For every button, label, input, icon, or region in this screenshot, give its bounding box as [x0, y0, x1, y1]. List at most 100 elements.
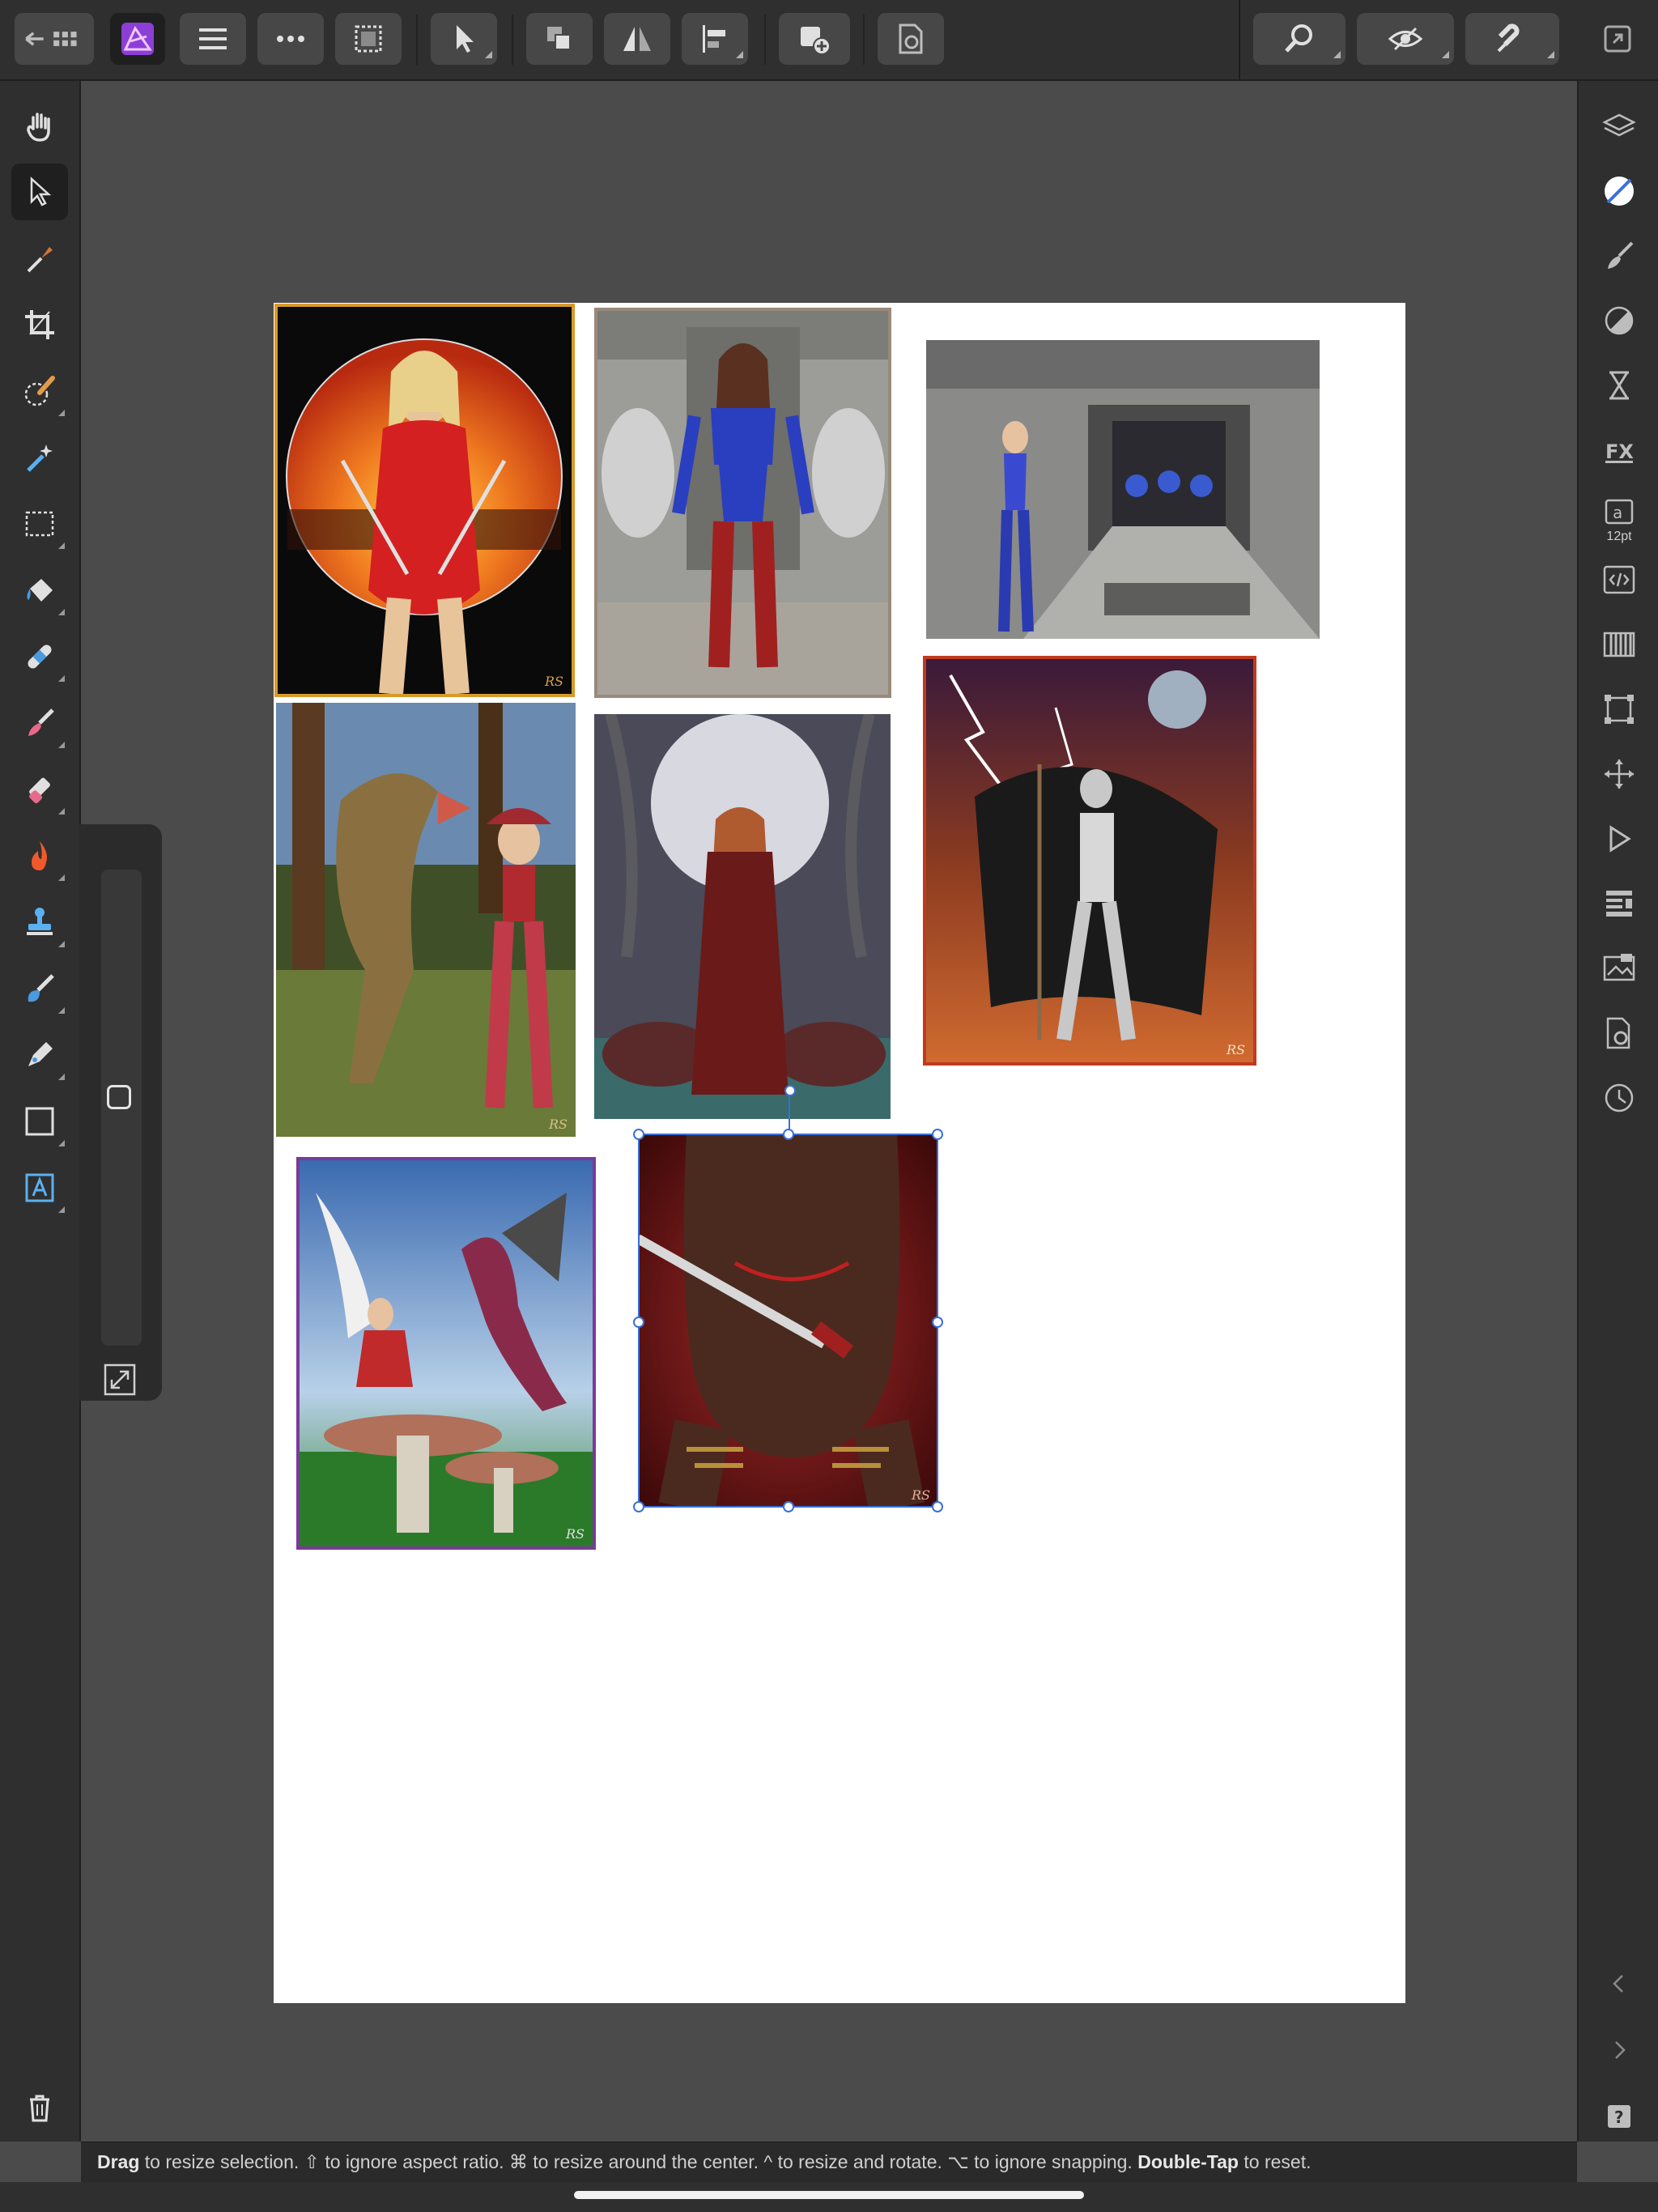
pen-tool[interactable] — [11, 1027, 68, 1083]
burn-tool[interactable] — [11, 827, 68, 884]
align-button[interactable] — [682, 13, 748, 65]
ellipsis-icon — [277, 36, 304, 42]
zoom-button[interactable] — [1253, 13, 1346, 65]
smudge-icon — [28, 974, 54, 1002]
brush-icon — [1608, 241, 1634, 269]
document-canvas[interactable]: RS RS RS RS RS — [274, 303, 1405, 2003]
play-icon — [1609, 825, 1631, 853]
align-left-icon — [703, 25, 725, 53]
svg-text:?: ? — [1614, 2108, 1624, 2127]
crop-icon — [25, 310, 54, 339]
photo-red-warrior[interactable]: RS — [274, 304, 575, 697]
collapse-left-button[interactable] — [1595, 1959, 1643, 2008]
adjustment-icon — [1605, 306, 1634, 335]
navigator-studio[interactable] — [1595, 750, 1643, 798]
status-bar: Drag to resize selection. ⇧ to ignore as… — [81, 2142, 1577, 2182]
erase-tool[interactable] — [11, 761, 68, 818]
play-studio[interactable] — [1595, 815, 1643, 863]
toolbar-divider — [1239, 0, 1240, 79]
delete-button[interactable] — [11, 2079, 68, 2136]
help-button[interactable]: ? — [1595, 2092, 1643, 2141]
adjustments-studio[interactable] — [1595, 296, 1643, 345]
paint-bucket-icon — [27, 579, 53, 602]
more-menu-button[interactable] — [257, 13, 324, 65]
flip-button[interactable] — [604, 13, 670, 65]
list-icon — [1606, 891, 1632, 917]
snapshots-studio[interactable] — [1595, 944, 1643, 993]
flyout-indicator — [58, 542, 65, 549]
persona-button[interactable] — [110, 13, 165, 65]
macro-studio[interactable] — [1595, 555, 1643, 604]
collapse-right-button[interactable] — [1595, 2026, 1643, 2074]
photo-moon-witch[interactable] — [594, 714, 891, 1119]
flyout-indicator — [58, 874, 65, 881]
back-to-gallery-button[interactable] — [15, 13, 94, 65]
character-studio[interactable]: a 12pt — [1595, 491, 1643, 543]
settings-studio[interactable] — [1595, 1009, 1643, 1057]
document-menu-button[interactable] — [180, 13, 246, 65]
clone-tool[interactable] — [11, 894, 68, 951]
status-hint: Drag to resize selection. ⇧ to ignore as… — [97, 2151, 1311, 2173]
color-picker-tool[interactable] — [11, 230, 68, 287]
artwork — [926, 659, 1253, 1062]
history-studio[interactable] — [1595, 361, 1643, 410]
crop-tool[interactable] — [11, 296, 68, 353]
add-layer-button[interactable] — [779, 13, 850, 65]
arrange-icon — [547, 27, 571, 50]
view-mode-button[interactable] — [1357, 13, 1454, 65]
flood-fill-tool[interactable] — [11, 562, 68, 619]
photo-sword-warrior[interactable]: RS — [638, 1134, 938, 1508]
hamburger-icon — [199, 28, 227, 49]
chevron-left-icon — [1613, 1975, 1623, 1993]
channels-studio[interactable] — [1595, 620, 1643, 669]
flyout-indicator — [58, 1206, 65, 1213]
brush-icon — [28, 708, 54, 736]
move-cross-icon — [1605, 759, 1634, 789]
color-studio[interactable] — [1595, 167, 1643, 215]
paint-brush-tool[interactable] — [11, 695, 68, 751]
rounded-square-icon[interactable] — [107, 1085, 131, 1109]
arrange-button[interactable] — [526, 13, 593, 65]
text-tool[interactable] — [11, 1159, 68, 1216]
watermark: RS — [911, 1487, 930, 1503]
photo-fairy-dragon[interactable]: RS — [296, 1157, 596, 1550]
toolbar-separator — [764, 15, 766, 65]
photo-sci-fi-heroine[interactable] — [594, 308, 891, 698]
help-icon: ? — [1608, 2105, 1630, 2128]
selection-button[interactable] — [335, 13, 402, 65]
transform-studio[interactable] — [1595, 685, 1643, 734]
eraser-icon — [29, 777, 50, 804]
flyout-indicator — [58, 742, 65, 748]
view-tool[interactable] — [11, 97, 68, 154]
effects-studio[interactable]: FX — [1595, 426, 1643, 474]
photo-dino-cowgirl[interactable]: RS — [276, 703, 576, 1137]
photo-corridor-heroine[interactable] — [926, 340, 1320, 639]
brushes-studio[interactable] — [1595, 232, 1643, 280]
time-studio[interactable] — [1595, 1074, 1643, 1122]
hand-icon — [27, 113, 50, 142]
move-tool[interactable] — [11, 164, 68, 220]
resize-icon[interactable] — [102, 1362, 138, 1397]
snapping-button[interactable] — [1465, 13, 1559, 65]
healing-tool[interactable] — [11, 628, 68, 685]
shape-tool[interactable] — [11, 1093, 68, 1150]
fullscreen-button[interactable] — [1592, 13, 1643, 65]
watermark: RS — [544, 674, 563, 689]
layers-studio[interactable] — [1595, 102, 1643, 151]
context-panel — [79, 824, 162, 1401]
flyout-indicator — [58, 609, 65, 615]
stock-studio[interactable] — [1595, 879, 1643, 928]
home-indicator[interactable] — [574, 2191, 1084, 2199]
flood-select-tool[interactable] — [11, 429, 68, 486]
top-toolbar — [0, 0, 1658, 81]
marquee-tool[interactable] — [11, 496, 68, 552]
smudge-tool[interactable] — [11, 960, 68, 1017]
double-tap-key: Double-Tap — [1137, 2151, 1239, 2172]
artwork — [286, 338, 563, 694]
document-settings-button[interactable] — [878, 13, 944, 65]
selection-brush-tool[interactable] — [11, 363, 68, 419]
move-tool-button[interactable] — [431, 13, 497, 65]
rectangle-icon — [25, 1107, 54, 1136]
photo-lightning-queen[interactable]: RS — [923, 656, 1256, 1066]
clock-icon — [1605, 1083, 1634, 1112]
